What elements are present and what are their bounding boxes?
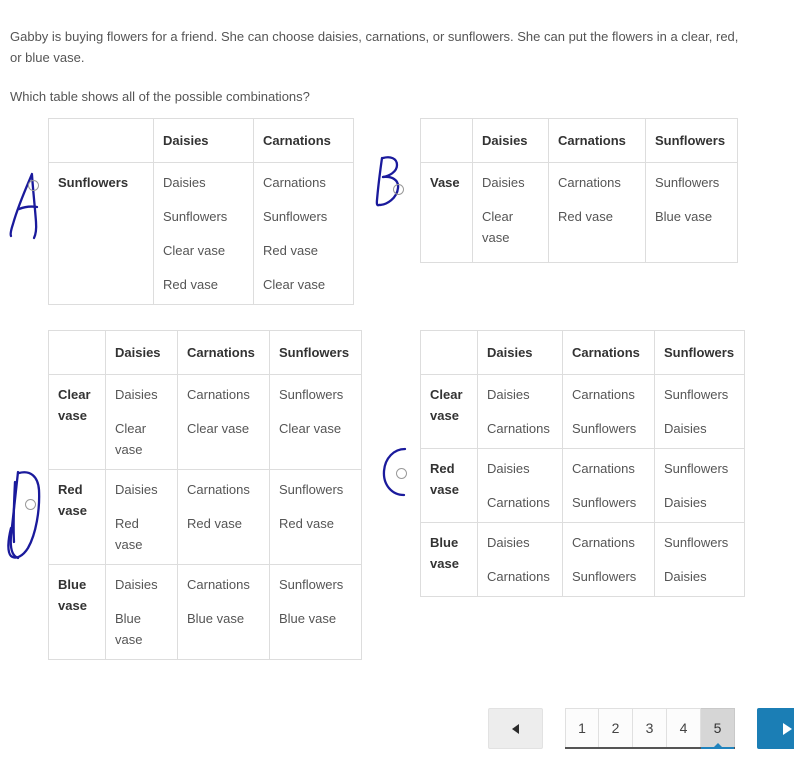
cell-c-0-1: Carnations Clear vase (177, 374, 270, 470)
header-blank (420, 118, 473, 163)
header-sunflowers: Sunflowers (654, 330, 745, 375)
header-blank (48, 330, 106, 375)
header-blank (48, 118, 154, 163)
radio-option-a[interactable] (28, 180, 39, 191)
question-paragraph-1: Gabby is buying flowers for a friend. Sh… (10, 29, 739, 65)
radio-option-b[interactable] (393, 184, 404, 195)
row-label-red-vase: Red vase (48, 469, 106, 565)
handwritten-letter-d (6, 466, 48, 566)
pagination: 1 2 3 4 5 (488, 708, 794, 750)
header-daisies: Daisies (153, 118, 254, 163)
radio-option-c[interactable] (25, 499, 36, 510)
option-b-table: Daisies Carnations Sunflowers Vase Daisi… (420, 118, 738, 263)
table-row: Blue vase Daisies Blue vase Carnations B… (48, 564, 362, 660)
cell-c-2-1: Carnations Blue vase (177, 564, 270, 660)
row-label-sunflowers: Sunflowers (48, 162, 154, 305)
header-sunflowers: Sunflowers (269, 330, 362, 375)
row-label-clear-vase: Clear vase (420, 374, 478, 449)
header-carnations: Carnations (177, 330, 270, 375)
handwritten-letter-b (374, 154, 408, 210)
cell-c-2-2: Sunflowers Blue vase (269, 564, 362, 660)
cell-c-0-0: Daisies Clear vase (105, 374, 178, 470)
row-label-blue-vase: Blue vase (420, 522, 478, 597)
header-carnations: Carnations (548, 118, 646, 163)
cell-c-1-1: Carnations Red vase (177, 469, 270, 565)
caret-left-icon (512, 723, 519, 734)
question-stem: Gabby is buying flowers for a friend. Sh… (10, 26, 750, 107)
page-button-2[interactable]: 2 (599, 708, 633, 747)
table-row: Sunflowers Daisies Sunflowers Clear vase… (48, 162, 354, 305)
header-carnations: Carnations (253, 118, 354, 163)
caret-up-icon (712, 743, 723, 748)
header-daisies: Daisies (477, 330, 563, 375)
table-header-row: Daisies Carnations Sunflowers (420, 330, 745, 375)
cell-d-2-0: Daisies Carnations (477, 522, 563, 597)
table-header-row: Daisies Carnations (48, 118, 354, 163)
table-row: Blue vase Daisies Carnations Carnations … (420, 522, 745, 597)
page-button-4[interactable]: 4 (667, 708, 701, 747)
cell-d-1-2: Sunflowers Daisies (654, 448, 745, 523)
option-c-table: Daisies Carnations Sunflowers Clear vase… (48, 330, 362, 660)
cell-b-0-1: Carnations Red vase (548, 162, 646, 263)
table-header-row: Daisies Carnations Sunflowers (48, 330, 362, 375)
answer-option-b[interactable]: Daisies Carnations Sunflowers Vase Daisi… (420, 118, 738, 263)
page-button-1[interactable]: 1 (565, 708, 599, 747)
table-row: Red vase Daisies Carnations Carnations S… (420, 448, 745, 523)
cell-c-2-0: Daisies Blue vase (105, 564, 178, 660)
header-carnations: Carnations (562, 330, 655, 375)
radio-option-d[interactable] (396, 468, 407, 479)
question-paragraph-2: Which table shows all of the possible co… (10, 89, 310, 104)
question-page: Gabby is buying flowers for a friend. Sh… (0, 0, 794, 771)
cell-b-0-2: Sunflowers Blue vase (645, 162, 738, 263)
cell-d-0-2: Sunflowers Daisies (654, 374, 745, 449)
cell-d-1-0: Daisies Carnations (477, 448, 563, 523)
page-button-3[interactable]: 3 (633, 708, 667, 747)
cell-d-2-1: Carnations Sunflowers (562, 522, 655, 597)
cell-a-0-0: Daisies Sunflowers Clear vase Red vase (153, 162, 254, 305)
cell-c-1-2: Sunflowers Red vase (269, 469, 362, 565)
page-number-list: 1 2 3 4 5 (565, 708, 735, 749)
table-row: Vase Daisies Clear vase Carnations Red v… (420, 162, 738, 263)
cell-a-0-1: Carnations Sunflowers Red vase Clear vas… (253, 162, 354, 305)
option-d-table: Daisies Carnations Sunflowers Clear vase… (420, 330, 745, 597)
row-label-vase: Vase (420, 162, 473, 263)
header-sunflowers: Sunflowers (645, 118, 738, 163)
header-blank (420, 330, 478, 375)
row-label-blue-vase: Blue vase (48, 564, 106, 660)
answer-option-d[interactable]: Daisies Carnations Sunflowers Clear vase… (420, 330, 745, 597)
previous-page-button[interactable] (488, 708, 543, 749)
next-page-button[interactable] (757, 708, 794, 749)
cell-c-1-0: Daisies Red vase (105, 469, 178, 565)
cell-d-2-2: Sunflowers Daisies (654, 522, 745, 597)
page-button-5-label: 5 (713, 720, 722, 736)
option-a-table: Daisies Carnations Sunflowers Daisies Su… (48, 118, 354, 305)
cell-b-0-0: Daisies Clear vase (472, 162, 549, 263)
table-row: Clear vase Daisies Carnations Carnations… (420, 374, 745, 449)
cell-d-0-1: Carnations Sunflowers (562, 374, 655, 449)
handwritten-letter-a (8, 166, 52, 246)
header-daisies: Daisies (105, 330, 178, 375)
header-daisies: Daisies (472, 118, 549, 163)
table-row: Red vase Daisies Red vase Carnations Red… (48, 469, 362, 565)
caret-right-icon (782, 722, 792, 735)
table-row: Clear vase Daisies Clear vase Carnations… (48, 374, 362, 470)
cell-c-0-2: Sunflowers Clear vase (269, 374, 362, 470)
answer-option-c[interactable]: Daisies Carnations Sunflowers Clear vase… (48, 330, 362, 660)
cell-d-0-0: Daisies Carnations (477, 374, 563, 449)
row-label-clear-vase: Clear vase (48, 374, 106, 470)
cell-d-1-1: Carnations Sunflowers (562, 448, 655, 523)
table-header-row: Daisies Carnations Sunflowers (420, 118, 738, 163)
page-button-5[interactable]: 5 (701, 708, 735, 749)
row-label-red-vase: Red vase (420, 448, 478, 523)
answer-option-a[interactable]: Daisies Carnations Sunflowers Daisies Su… (48, 118, 354, 305)
